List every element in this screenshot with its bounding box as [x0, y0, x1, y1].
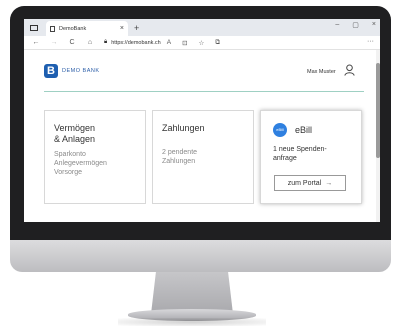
- reload-button[interactable]: C: [66, 39, 78, 46]
- home-button[interactable]: ⌂: [84, 39, 96, 46]
- ebill-icon: eBill: [273, 123, 287, 137]
- browser-window: DemoBank × + – ▢ × ← → C ⌂ 🔒︎ https://de…: [24, 19, 380, 222]
- collections-icon[interactable]: ⧉: [215, 39, 220, 47]
- lock-icon: 🔒︎: [104, 39, 108, 45]
- portal-button-label: zum Portal: [287, 179, 322, 187]
- read-aloud-icon[interactable]: A: [167, 39, 171, 47]
- tab-actions-icon[interactable]: ⊡: [182, 39, 187, 47]
- card-title: eBill: [295, 125, 313, 135]
- address-bar: ← → C ⌂ 🔒︎ https://demobank.ch A ⊡ ☆ ⧉ ·…: [24, 36, 380, 50]
- site-header: B DEMO BANK Max Muster: [24, 50, 376, 90]
- user-icon[interactable]: [344, 64, 355, 76]
- user-name[interactable]: Max Muster: [307, 69, 336, 75]
- favorites-icon[interactable]: ☆: [199, 39, 205, 47]
- arrow-right-icon: →: [325, 179, 333, 187]
- card-ebill[interactable]: eBill eBill 1 neue Spenden- anfrage zum …: [260, 110, 362, 204]
- settings-menu-icon[interactable]: ···: [367, 38, 374, 45]
- close-window-button[interactable]: ×: [372, 21, 376, 29]
- card-title: Vermögen & Anlagen: [54, 123, 96, 144]
- list-item[interactable]: Vorsorge: [54, 168, 107, 177]
- tab-title: DemoBank: [59, 25, 87, 32]
- brand-name[interactable]: DEMO BANK: [62, 68, 100, 74]
- brand-logo[interactable]: B: [44, 64, 58, 78]
- tab-bar: DemoBank × + – ▢ ×: [24, 19, 380, 36]
- header-divider: [44, 91, 364, 92]
- window-controls: – ▢ ×: [335, 21, 376, 29]
- tab-demobank[interactable]: DemoBank ×: [46, 21, 128, 36]
- card-vermoegen[interactable]: Vermögen & Anlagen Sparkonto Anlegevermö…: [44, 110, 146, 204]
- back-button[interactable]: ←: [30, 39, 42, 46]
- monitor-stand-neck: [151, 272, 233, 314]
- forward-button[interactable]: →: [48, 39, 60, 46]
- card-zahlungen[interactable]: Zahlungen 2 pendente Zahlungen: [152, 110, 254, 204]
- card-detail: 2 pendente Zahlungen: [162, 149, 198, 165]
- tab-close-icon[interactable]: ×: [120, 25, 124, 32]
- monitor-shadow: [118, 318, 266, 326]
- monitor-chin: [10, 240, 391, 272]
- browser-tools: A ⊡ ☆ ⧉: [167, 39, 220, 47]
- restore-button[interactable]: ▢: [352, 21, 359, 29]
- page-icon: [50, 25, 55, 32]
- minimize-button[interactable]: –: [335, 21, 339, 29]
- scrollbar-thumb[interactable]: [376, 63, 380, 158]
- list-item[interactable]: Sparkonto: [54, 150, 107, 159]
- url-text: https://demobank.ch: [111, 39, 161, 46]
- window-menu-icon[interactable]: [30, 24, 38, 31]
- card-title: Zahlungen: [162, 123, 205, 133]
- list-item[interactable]: Anlegevermögen: [54, 159, 107, 168]
- url-field[interactable]: 🔒︎ https://demobank.ch: [104, 39, 161, 46]
- portal-button[interactable]: zum Portal →: [274, 175, 346, 191]
- card-detail: 1 neue Spenden- anfrage: [273, 146, 327, 162]
- new-tab-button[interactable]: +: [134, 23, 139, 33]
- card-items: Sparkonto Anlegevermögen Vorsorge: [54, 150, 107, 177]
